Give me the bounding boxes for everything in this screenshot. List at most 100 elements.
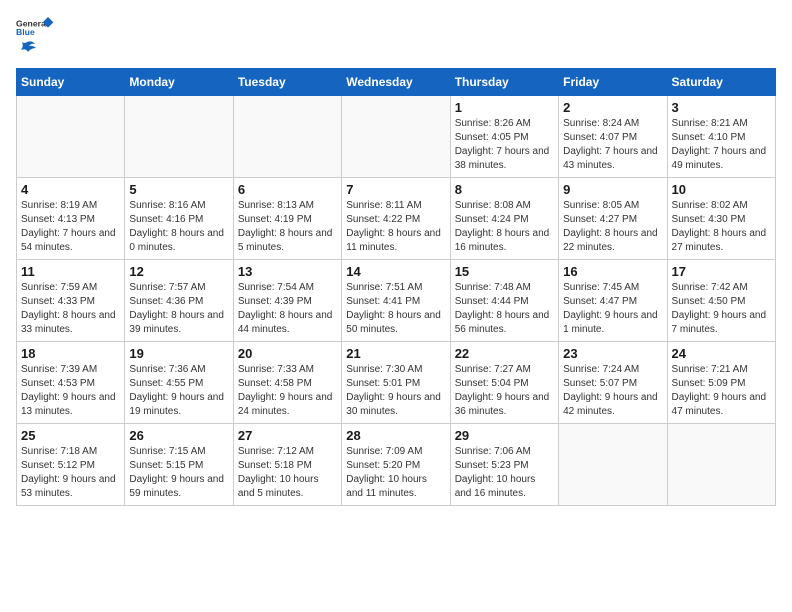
day-number: 7 (346, 182, 445, 197)
calendar-cell (233, 96, 341, 178)
calendar-cell: 2Sunrise: 8:24 AMSunset: 4:07 PMDaylight… (559, 96, 667, 178)
logo-bird-icon (17, 40, 37, 56)
day-info: Sunrise: 8:13 AMSunset: 4:19 PMDaylight:… (238, 199, 337, 255)
day-info: Sunrise: 7:48 AMSunset: 4:44 PMDaylight:… (455, 281, 554, 337)
calendar-week-5: 25 Sunrise: 7:18 AMSunset: 5:12 PMDayligh… (17, 424, 776, 506)
calendar-cell (342, 96, 450, 178)
day-info: Sunrise: 7:06 AMSunset: 5:23 PMDaylight:… (455, 445, 554, 501)
header: General Blue (16, 16, 776, 56)
day-number: 8 (455, 182, 554, 197)
calendar-cell: 4Sunrise: 8:19 AMSunset: 4:13 PMDaylight… (17, 178, 125, 260)
calendar-week-2: 4Sunrise: 8:19 AMSunset: 4:13 PMDaylight… (17, 178, 776, 260)
calendar-cell: 14 Sunrise: 7:51 AMSunset: 4:41 PMDayligh… (342, 260, 450, 342)
day-number: 23 (563, 346, 662, 361)
day-number: 12 (129, 264, 228, 279)
day-number: 25 (21, 428, 120, 443)
calendar-table: SundayMondayTuesdayWednesdayThursdayFrid… (16, 68, 776, 506)
day-info: Sunrise: 7:18 AMSunset: 5:12 PMDaylight:… (21, 445, 120, 501)
day-info: Sunrise: 7:51 AMSunset: 4:41 PMDaylight:… (346, 281, 445, 337)
calendar-cell: 23Sunrise: 7:24 AMSunset: 5:07 PMDayligh… (559, 342, 667, 424)
calendar-cell: 28 Sunrise: 7:09 AMSunset: 5:20 PMDayligh… (342, 424, 450, 506)
calendar-cell: 10 Sunrise: 8:02 AMSunset: 4:30 PMDayligh… (667, 178, 775, 260)
header-thursday: Thursday (450, 69, 558, 96)
calendar-header-row: SundayMondayTuesdayWednesdayThursdayFrid… (17, 69, 776, 96)
day-info: Sunrise: 8:05 AMSunset: 4:27 PMDaylight:… (563, 199, 662, 255)
calendar-cell: 6 Sunrise: 8:13 AMSunset: 4:19 PMDaylight… (233, 178, 341, 260)
calendar-cell (17, 96, 125, 178)
calendar-cell: 3 Sunrise: 8:21 AMSunset: 4:10 PMDaylight… (667, 96, 775, 178)
calendar-week-4: 18Sunrise: 7:39 AMSunset: 4:53 PMDayligh… (17, 342, 776, 424)
day-info: Sunrise: 7:45 AMSunset: 4:47 PMDaylight:… (563, 281, 662, 337)
day-number: 21 (346, 346, 445, 361)
calendar-cell: 1 Sunrise: 8:26 AMSunset: 4:05 PMDaylight… (450, 96, 558, 178)
day-info: Sunrise: 7:27 AMSunset: 5:04 PMDaylight:… (455, 363, 554, 419)
logo: General Blue (16, 16, 56, 56)
header-friday: Friday (559, 69, 667, 96)
day-info: Sunrise: 7:36 AMSunset: 4:55 PMDaylight:… (129, 363, 228, 419)
day-number: 9 (563, 182, 662, 197)
day-number: 3 (672, 100, 771, 115)
day-info: Sunrise: 8:16 AMSunset: 4:16 PMDaylight:… (129, 199, 228, 255)
calendar-cell: 26 Sunrise: 7:15 AMSunset: 5:15 PMDayligh… (125, 424, 233, 506)
calendar-week-1: 1 Sunrise: 8:26 AMSunset: 4:05 PMDaylight… (17, 96, 776, 178)
calendar-cell: 11 Sunrise: 7:59 AMSunset: 4:33 PMDayligh… (17, 260, 125, 342)
day-info: Sunrise: 7:54 AMSunset: 4:39 PMDaylight:… (238, 281, 337, 337)
day-number: 6 (238, 182, 337, 197)
day-number: 11 (21, 264, 120, 279)
day-info: Sunrise: 8:02 AMSunset: 4:30 PMDaylight:… (672, 199, 771, 255)
header-wednesday: Wednesday (342, 69, 450, 96)
day-info: Sunrise: 8:24 AMSunset: 4:07 PMDaylight:… (563, 117, 662, 173)
day-number: 26 (129, 428, 228, 443)
day-info: Sunrise: 7:42 AMSunset: 4:50 PMDaylight:… (672, 281, 771, 337)
header-monday: Monday (125, 69, 233, 96)
day-number: 1 (455, 100, 554, 115)
day-info: Sunrise: 8:08 AMSunset: 4:24 PMDaylight:… (455, 199, 554, 255)
header-tuesday: Tuesday (233, 69, 341, 96)
day-number: 10 (672, 182, 771, 197)
day-number: 17 (672, 264, 771, 279)
day-info: Sunrise: 7:30 AMSunset: 5:01 PMDaylight:… (346, 363, 445, 419)
day-number: 13 (238, 264, 337, 279)
calendar-cell: 9 Sunrise: 8:05 AMSunset: 4:27 PMDaylight… (559, 178, 667, 260)
day-info: Sunrise: 8:21 AMSunset: 4:10 PMDaylight:… (672, 117, 771, 173)
header-saturday: Saturday (667, 69, 775, 96)
day-number: 15 (455, 264, 554, 279)
calendar-cell: 20Sunrise: 7:33 AMSunset: 4:58 PMDayligh… (233, 342, 341, 424)
day-info: Sunrise: 7:09 AMSunset: 5:20 PMDaylight:… (346, 445, 445, 501)
day-number: 19 (129, 346, 228, 361)
calendar-cell: 16 Sunrise: 7:45 AMSunset: 4:47 PMDayligh… (559, 260, 667, 342)
day-number: 16 (563, 264, 662, 279)
calendar-cell: 25 Sunrise: 7:18 AMSunset: 5:12 PMDayligh… (17, 424, 125, 506)
day-number: 29 (455, 428, 554, 443)
calendar-cell: 15 Sunrise: 7:48 AMSunset: 4:44 PMDayligh… (450, 260, 558, 342)
day-number: 4 (21, 182, 120, 197)
day-info: Sunrise: 8:26 AMSunset: 4:05 PMDaylight:… (455, 117, 554, 173)
calendar-cell: 18Sunrise: 7:39 AMSunset: 4:53 PMDayligh… (17, 342, 125, 424)
day-info: Sunrise: 7:39 AMSunset: 4:53 PMDaylight:… (21, 363, 120, 419)
calendar-week-3: 11 Sunrise: 7:59 AMSunset: 4:33 PMDayligh… (17, 260, 776, 342)
day-info: Sunrise: 7:21 AMSunset: 5:09 PMDaylight:… (672, 363, 771, 419)
day-number: 20 (238, 346, 337, 361)
day-number: 22 (455, 346, 554, 361)
calendar-cell: 24 Sunrise: 7:21 AMSunset: 5:09 PMDayligh… (667, 342, 775, 424)
day-info: Sunrise: 7:59 AMSunset: 4:33 PMDaylight:… (21, 281, 120, 337)
header-sunday: Sunday (17, 69, 125, 96)
calendar-cell: 22 Sunrise: 7:27 AMSunset: 5:04 PMDayligh… (450, 342, 558, 424)
day-number: 28 (346, 428, 445, 443)
day-info: Sunrise: 7:15 AMSunset: 5:15 PMDaylight:… (129, 445, 228, 501)
calendar-cell: 13 Sunrise: 7:54 AMSunset: 4:39 PMDayligh… (233, 260, 341, 342)
svg-text:Blue: Blue (16, 27, 35, 37)
day-number: 24 (672, 346, 771, 361)
day-info: Sunrise: 7:57 AMSunset: 4:36 PMDaylight:… (129, 281, 228, 337)
calendar-cell: 5 Sunrise: 8:16 AMSunset: 4:16 PMDaylight… (125, 178, 233, 260)
logo-icon: General Blue (16, 16, 56, 38)
day-info: Sunrise: 7:12 AMSunset: 5:18 PMDaylight:… (238, 445, 337, 501)
calendar-cell (559, 424, 667, 506)
day-number: 5 (129, 182, 228, 197)
day-number: 14 (346, 264, 445, 279)
calendar-cell: 12 Sunrise: 7:57 AMSunset: 4:36 PMDayligh… (125, 260, 233, 342)
calendar-cell: 19 Sunrise: 7:36 AMSunset: 4:55 PMDayligh… (125, 342, 233, 424)
calendar-cell: 7 Sunrise: 8:11 AMSunset: 4:22 PMDaylight… (342, 178, 450, 260)
day-info: Sunrise: 8:11 AMSunset: 4:22 PMDaylight:… (346, 199, 445, 255)
calendar-cell (125, 96, 233, 178)
